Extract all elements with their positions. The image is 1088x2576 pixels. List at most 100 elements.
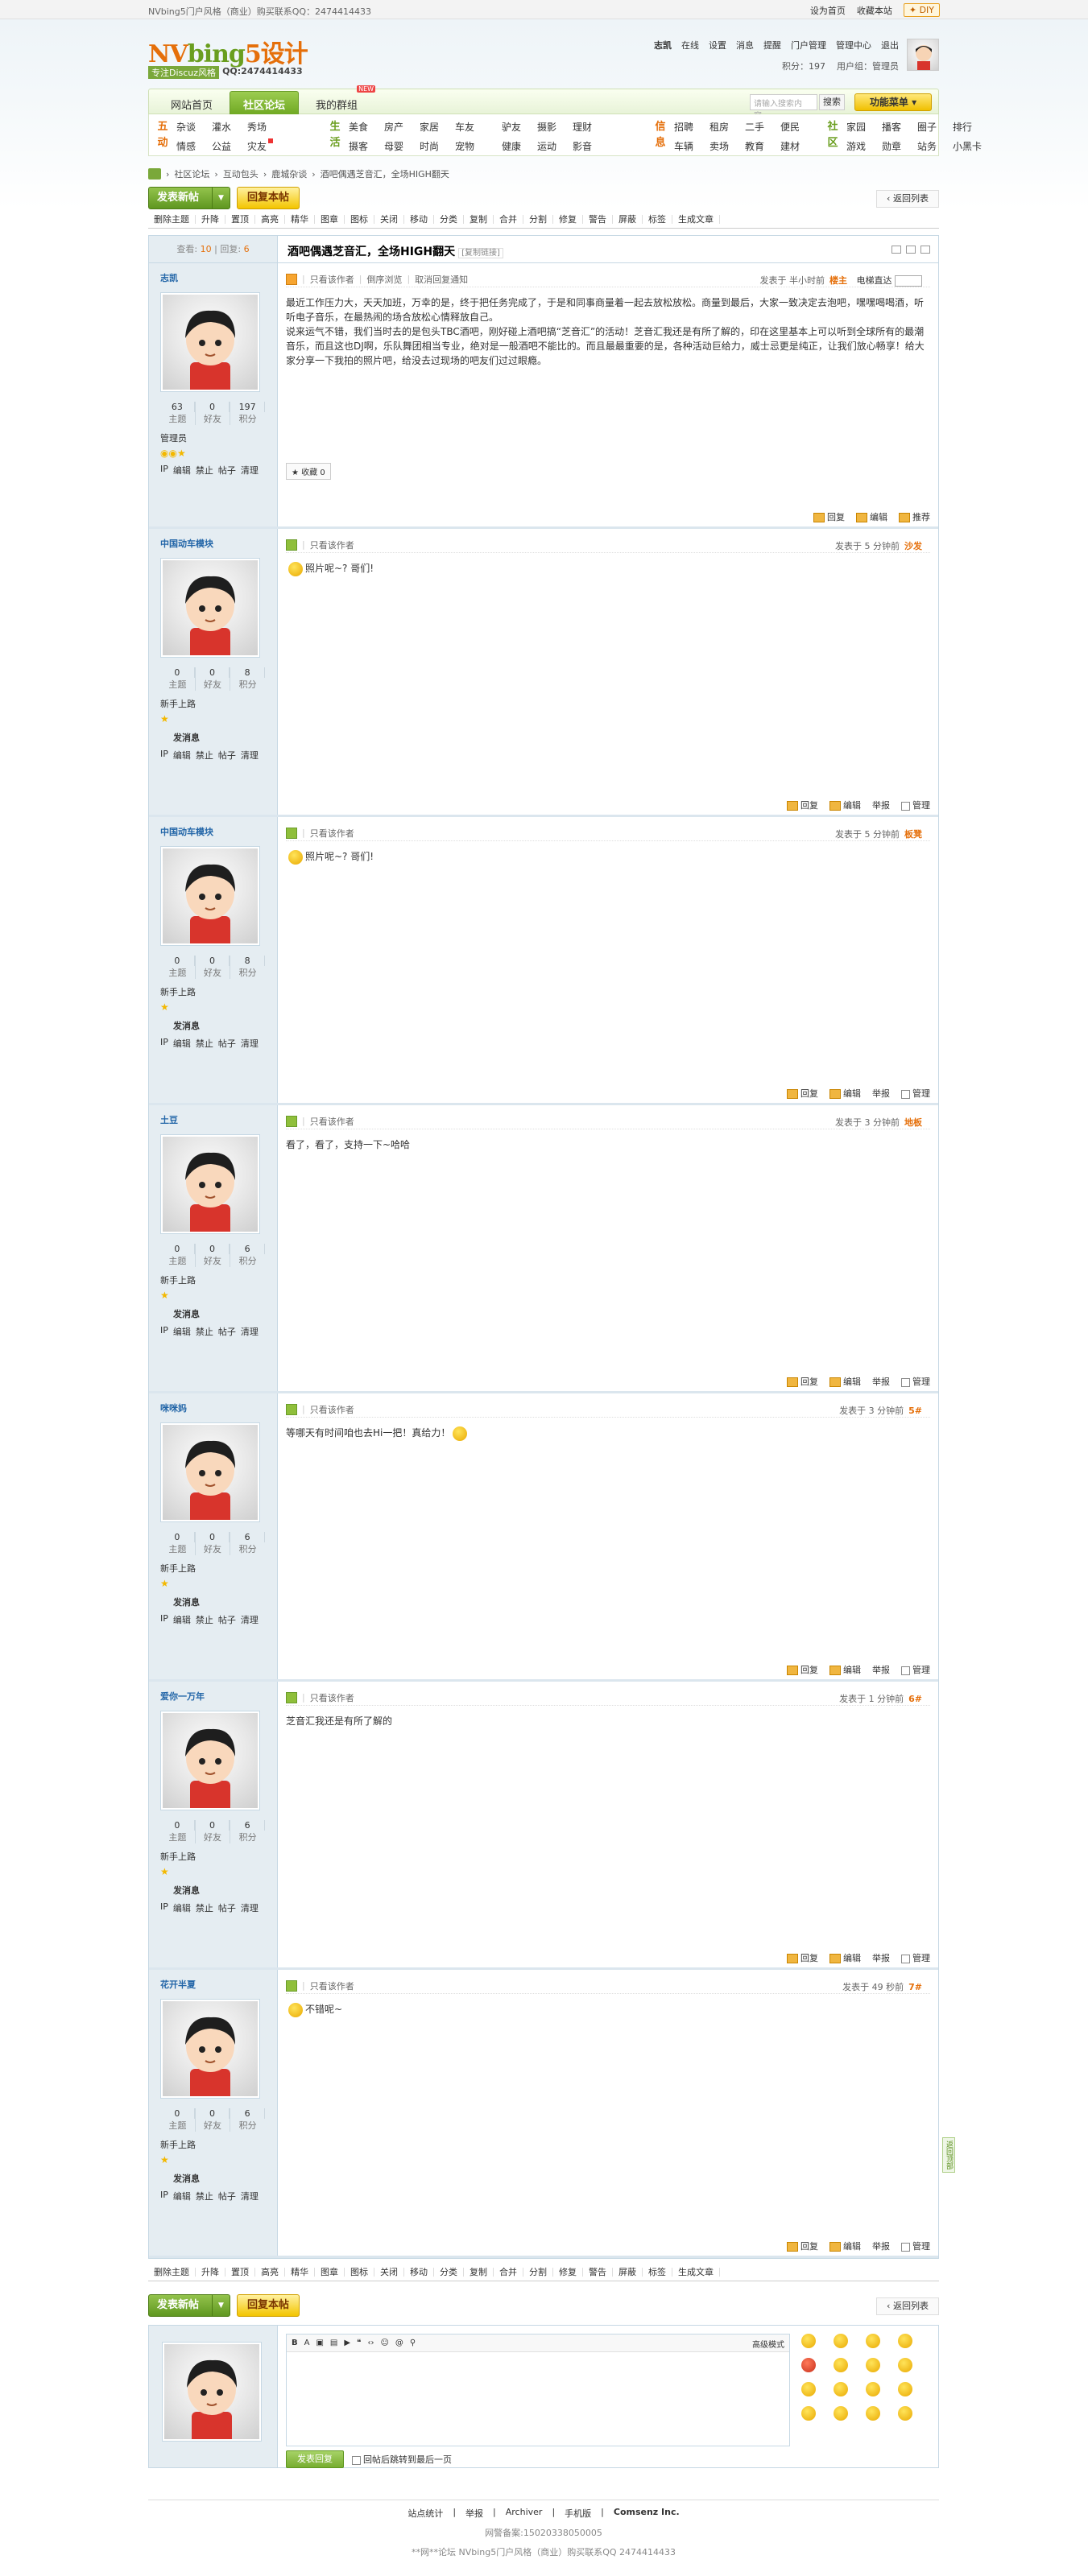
author-topics[interactable]: 63 — [160, 402, 195, 412]
mod-action-link[interactable]: 生成文章 — [672, 215, 720, 224]
edit-action[interactable]: 编辑 — [829, 799, 861, 811]
admin-op-link[interactable]: IP — [160, 1901, 168, 1914]
manage-action[interactable]: 管理 — [901, 1951, 930, 1964]
breadcrumb-item[interactable]: 互动包头 — [223, 167, 259, 180]
footer-report-link[interactable]: 举报 — [465, 2507, 483, 2520]
author-name[interactable]: 志凯 — [160, 271, 277, 284]
author-name[interactable]: 咪咪妈 — [160, 1402, 277, 1414]
author-points[interactable]: 8 — [230, 667, 266, 678]
quote-icon[interactable]: ❝ — [357, 2339, 361, 2347]
author-name[interactable]: 土豆 — [160, 1113, 277, 1126]
smiley-icon[interactable] — [898, 2382, 912, 2396]
user-name-link[interactable]: 志凯 — [654, 39, 672, 52]
send-message-link[interactable]: 发消息 — [173, 2172, 277, 2185]
set-homepage-link[interactable]: 设为首页 — [810, 4, 846, 17]
only-author-link[interactable]: 只看该作者 — [310, 273, 354, 286]
floor-number[interactable]: 6# — [908, 1694, 922, 1704]
floor-number[interactable]: 沙发 — [904, 541, 922, 551]
mod-action-link[interactable]: 图标 — [345, 2268, 374, 2277]
nav-tab-groups[interactable]: 我的群组 NEW — [302, 85, 376, 115]
footer-company-link[interactable]: Comsenz Inc. — [614, 2507, 680, 2520]
mod-action-link[interactable]: 删除主题 — [148, 2268, 196, 2277]
admin-op-link[interactable]: IP — [160, 1325, 168, 1338]
mod-action-link[interactable]: 标签 — [643, 215, 672, 224]
mod-action-link[interactable]: 复制 — [464, 2268, 494, 2277]
footer-mobile-link[interactable]: 手机版 — [565, 2507, 591, 2520]
admin-op-link[interactable]: IP — [160, 464, 168, 477]
mod-action-link[interactable]: 屏蔽 — [613, 2268, 643, 2277]
user-points[interactable]: 积分：197 — [782, 60, 825, 72]
mod-action-link[interactable]: 合并 — [494, 2268, 523, 2277]
mod-action-link[interactable]: 关闭 — [374, 2268, 404, 2277]
admin-op-link[interactable]: 禁止 — [196, 1037, 213, 1050]
category-link[interactable]: 建材 — [780, 138, 816, 156]
manage-checkbox[interactable] — [901, 801, 910, 811]
category-link[interactable]: 时尚 — [420, 138, 455, 156]
admin-op-link[interactable]: IP — [160, 749, 168, 762]
manage-checkbox[interactable] — [901, 2242, 910, 2252]
reply-action[interactable]: 回复 — [787, 1951, 818, 1964]
admin-op-link[interactable]: 禁止 — [196, 464, 213, 477]
promote-action[interactable]: 推荐 — [899, 510, 930, 523]
reply-action[interactable]: 回复 — [787, 1663, 818, 1676]
floor-number[interactable]: 7# — [908, 1982, 922, 1992]
category-link[interactable]: 美食 — [349, 119, 384, 137]
mod-action-link[interactable]: 移动 — [404, 215, 434, 224]
author-friends[interactable]: 0 — [196, 1820, 230, 1831]
smiley-icon[interactable] — [834, 2358, 848, 2372]
admin-op-link[interactable]: 禁止 — [196, 2190, 213, 2202]
mod-action-link[interactable]: 图章 — [315, 2268, 345, 2277]
mod-action-link[interactable]: 图章 — [315, 215, 345, 224]
admin-op-link[interactable]: 帖子 — [218, 749, 236, 762]
author-avatar[interactable] — [160, 846, 260, 946]
online-status-link[interactable]: 在线 — [681, 39, 699, 52]
submit-reply-button[interactable]: 发表回复 — [286, 2450, 344, 2468]
smiley-icon[interactable] — [898, 2406, 912, 2421]
admin-op-link[interactable]: 编辑 — [173, 1613, 191, 1626]
advanced-mode-link[interactable]: 高级模式 — [752, 2338, 784, 2350]
admin-op-link[interactable]: 清理 — [241, 1325, 259, 1338]
admin-op-link[interactable]: IP — [160, 2190, 168, 2202]
manage-checkbox[interactable] — [901, 1377, 910, 1387]
category-link[interactable]: 勋章 — [882, 138, 917, 156]
edit-action[interactable]: 编辑 — [829, 1375, 861, 1388]
manage-checkbox[interactable] — [901, 1089, 910, 1099]
author-name[interactable]: 中国动车模块 — [160, 537, 277, 550]
smiley-icon[interactable] — [801, 2334, 816, 2348]
admin-op-link[interactable]: 帖子 — [218, 1325, 236, 1338]
back-to-top-button[interactable]: 返回顶部 — [942, 2137, 955, 2173]
favorite-button[interactable]: ★ 收藏 0 — [286, 463, 331, 480]
mod-action-link[interactable]: 关闭 — [374, 215, 404, 224]
admin-op-link[interactable]: 编辑 — [173, 1325, 191, 1338]
category-link[interactable]: 理财 — [573, 119, 608, 137]
nav-tab-forum[interactable]: 社区论坛 — [230, 91, 300, 115]
floor-number[interactable]: 板凳 — [904, 829, 922, 840]
smiley-icon[interactable] — [898, 2334, 912, 2348]
author-avatar[interactable] — [160, 1134, 260, 1234]
author-rank[interactable]: 新手上路 — [160, 1850, 277, 1863]
jump-last-page-option[interactable]: 回帖后跳转到最后一页 — [352, 2453, 452, 2466]
mod-action-link[interactable]: 分割 — [523, 2268, 553, 2277]
footer-icp[interactable]: 网警备案:15020338050005 — [148, 2526, 939, 2539]
category-link[interactable]: 驴友 — [502, 119, 537, 137]
admin-op-link[interactable]: 帖子 — [218, 1613, 236, 1626]
author-avatar[interactable] — [160, 1711, 260, 1810]
video-icon[interactable]: ▶ — [344, 2339, 350, 2347]
author-topics[interactable]: 0 — [160, 1820, 195, 1831]
settings-link[interactable]: 设置 — [709, 39, 726, 52]
category-link[interactable]: 招聘 — [674, 119, 709, 137]
author-points[interactable]: 6 — [230, 2108, 266, 2119]
category-link[interactable]: 房产 — [384, 119, 420, 137]
floor-number[interactable]: 楼主 — [829, 275, 847, 286]
admin-op-link[interactable]: 编辑 — [173, 1037, 191, 1050]
category-link[interactable]: 灾友 — [247, 138, 283, 156]
mod-action-link[interactable]: 修复 — [553, 2268, 583, 2277]
reply-button[interactable]: 回复本帖 — [237, 187, 300, 209]
mod-action-link[interactable]: 删除主题 — [148, 215, 196, 224]
mod-action-link[interactable]: 置顶 — [225, 2268, 255, 2277]
admin-op-link[interactable]: 编辑 — [173, 749, 191, 762]
category-link[interactable]: 灌水 — [212, 119, 247, 137]
manage-checkbox[interactable] — [901, 1954, 910, 1963]
category-link[interactable]: 影音 — [573, 138, 608, 156]
mod-action-link[interactable]: 屏蔽 — [613, 215, 643, 224]
